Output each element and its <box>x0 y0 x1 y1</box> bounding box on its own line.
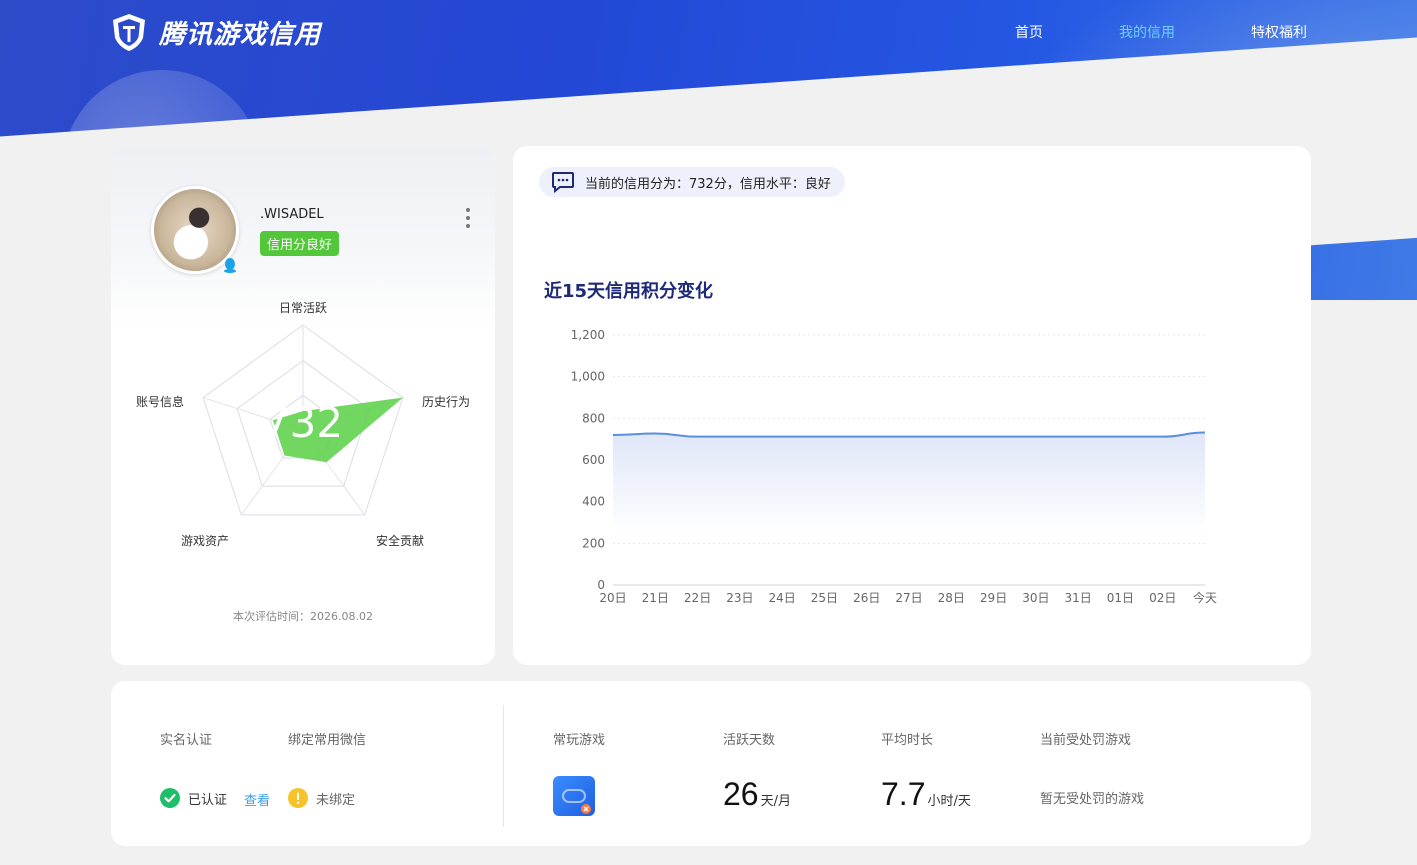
x-tick-label: 25日 <box>811 591 838 605</box>
x-tick-label: 20日 <box>599 591 626 605</box>
view-realname-link[interactable]: 查看 <box>244 790 270 809</box>
active-days-number: 26 <box>723 776 759 812</box>
penalty-text: 暂无受处罚的游戏 <box>1040 792 1145 807</box>
x-tick-label: 31日 <box>1065 591 1092 605</box>
wechat-status-text: 未绑定 <box>316 792 356 808</box>
profile-card: .WISADEL 信用分良好 732 日常活跃 历史行为 安全贡献 游戏资产 账… <box>111 146 495 665</box>
x-tick-label: 今天 <box>1193 590 1217 605</box>
account-stats-card: 实名认证 已认证 查看 绑定常用微信 未绑定 常玩游戏 活跃天数 26 天/月 … <box>111 681 1311 846</box>
realname-status: 已认证 <box>160 788 227 808</box>
y-tick-label: 800 <box>582 411 605 425</box>
x-tick-label: 28日 <box>938 591 965 605</box>
x-tick-label: 23日 <box>726 591 753 605</box>
credit-score: 732 <box>263 398 343 447</box>
wechat-status[interactable]: 未绑定 <box>288 788 355 808</box>
warning-icon <box>288 788 308 808</box>
username: .WISADEL <box>260 207 324 222</box>
credit-trend-chart: 0 200 400 600 800 1,000 1,200 20日 21日 22日 23日 24日 25… <box>571 328 1217 605</box>
qq-icon <box>224 258 236 273</box>
avg-time-unit: 小时/天 <box>927 794 971 809</box>
score-summary-text: 当前的信用分为：732分，信用水平：良好 <box>585 176 831 192</box>
credit-radar-chart: 732 日常活跃 历史行为 安全贡献 游戏资产 账号信息 <box>136 301 470 548</box>
x-tick-label: 29日 <box>980 591 1007 605</box>
y-tick-label: 200 <box>582 536 605 550</box>
logo[interactable]: 腾讯游戏信用 <box>109 12 321 52</box>
message-icon <box>552 172 574 193</box>
score-summary: 当前的信用分为：732分，信用水平：良好 <box>539 167 845 197</box>
radar-label-daily-activity: 日常活跃 <box>279 301 327 315</box>
chart-title: 近15天信用积分变化 <box>544 281 714 302</box>
radar-label-history: 历史行为 <box>422 395 470 409</box>
more-options-icon[interactable] <box>463 206 473 230</box>
nav-privileges[interactable]: 特权福利 <box>1251 22 1307 42</box>
game-icon[interactable] <box>553 776 595 816</box>
avg-time-value: 7.7 小时/天 <box>881 776 971 813</box>
active-days-unit: 天/月 <box>760 794 791 809</box>
credit-chart-card: 当前的信用分为：732分，信用水平：良好 近15天信用积分变化 0 200 400 6… <box>513 146 1311 665</box>
active-days-label: 活跃天数 <box>723 733 776 748</box>
x-tick-label: 22日 <box>684 591 711 605</box>
x-tick-label: 26日 <box>853 591 880 605</box>
nav-my-credit[interactable]: 我的信用 <box>1119 22 1175 42</box>
section-divider <box>503 705 504 827</box>
active-days-value: 26 天/月 <box>723 776 791 813</box>
y-tick-label: 1,000 <box>571 370 605 384</box>
x-tick-label: 30日 <box>1022 591 1049 605</box>
x-tick-label: 02日 <box>1149 591 1176 605</box>
x-tick-label: 27日 <box>895 591 922 605</box>
credit-area-fill <box>613 432 1205 533</box>
x-tick-label: 21日 <box>642 591 669 605</box>
nav-home[interactable]: 首页 <box>1015 22 1043 42</box>
realname-label: 实名认证 <box>160 733 213 748</box>
shield-logo-icon <box>113 14 145 51</box>
logo-text: 腾讯游戏信用 <box>159 19 322 50</box>
radar-label-security: 安全贡献 <box>376 533 424 548</box>
x-tick-label: 24日 <box>769 591 796 605</box>
credit-level-badge: 信用分良好 <box>260 231 340 256</box>
gamepad-icon <box>562 789 591 814</box>
realname-status-text: 已认证 <box>188 792 228 808</box>
top-nav: 首页 我的信用 特权福利 <box>939 22 1307 42</box>
avg-time-label: 平均时长 <box>881 733 934 748</box>
check-circle-icon <box>160 788 180 808</box>
frequent-games-label: 常玩游戏 <box>553 733 606 748</box>
y-tick-label: 1,200 <box>571 328 605 342</box>
y-tick-label: 600 <box>582 453 605 467</box>
y-tick-label: 0 <box>597 578 605 592</box>
evaluation-time: 本次评估时间：2026.08.02 <box>233 610 373 623</box>
radar-label-account-info: 账号信息 <box>136 394 184 409</box>
credit-line <box>612 431 1206 438</box>
avg-time-number: 7.7 <box>881 776 926 812</box>
radar-label-game-assets: 游戏资产 <box>181 534 229 548</box>
wechat-label: 绑定常用微信 <box>288 733 367 748</box>
x-tick-label: 01日 <box>1107 591 1134 605</box>
y-tick-label: 400 <box>582 495 605 509</box>
penalty-label: 当前受处罚游戏 <box>1040 733 1132 748</box>
